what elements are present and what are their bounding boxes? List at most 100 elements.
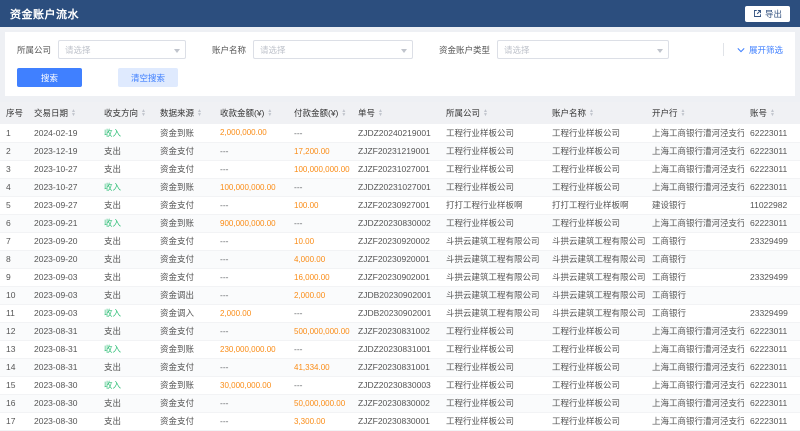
cell-payment-amount: 41,334.00 <box>288 358 352 376</box>
cell-index: 3 <box>0 160 28 178</box>
cell-account-number: 62223011 <box>744 124 800 142</box>
column-label: 账户名称 <box>552 108 586 118</box>
cell-bank: 工商银行 <box>646 250 744 268</box>
company-filter-label: 所属公司 <box>17 44 51 56</box>
cell-direction: 收入 <box>98 376 154 394</box>
column-label: 付款金额(¥) <box>294 108 338 118</box>
column-header[interactable]: 收款金额(¥)▲▼ <box>214 102 288 124</box>
column-header[interactable]: 所属公司▲▼ <box>440 102 546 124</box>
cell-company: 打打工程行业样板啊 <box>440 196 546 214</box>
table-row[interactable]: 72023-09-20支出资金支付---10.00ZJZF20230920002… <box>0 232 800 250</box>
expand-filter-link[interactable]: 展开筛选 <box>723 43 783 56</box>
table-row[interactable]: 12024-02-19收入资金到账2,000,000.00---ZJDZ2024… <box>0 124 800 142</box>
cell-account-name: 斗拱云建筑工程有限公司 <box>546 304 646 322</box>
cell-account-name: 工程行业样板公司 <box>546 412 646 430</box>
clear-search-button[interactable]: 清空搜索 <box>118 68 178 87</box>
cell-date: 2023-09-21 <box>28 214 98 232</box>
cell-index: 1 <box>0 124 28 142</box>
company-select[interactable]: 请选择 <box>58 40 186 59</box>
column-header[interactable]: 收支方向▲▼ <box>98 102 154 124</box>
page-header: 资金账户流水 导出 <box>0 0 800 27</box>
cell-index: 5 <box>0 196 28 214</box>
table-row[interactable]: 102023-09-03支出资金调出---2,000.00ZJDB2023090… <box>0 286 800 304</box>
cell-account-name: 工程行业样板公司 <box>546 340 646 358</box>
cell-source: 资金支付 <box>154 394 214 412</box>
cell-doc-number: ZJZF20230831002 <box>352 322 440 340</box>
column-label: 开户行 <box>652 108 678 118</box>
sort-icon[interactable]: ▲▼ <box>267 109 272 117</box>
cell-payment-amount: --- <box>288 340 352 358</box>
cell-index: 8 <box>0 250 28 268</box>
sort-icon[interactable]: ▲▼ <box>71 109 76 117</box>
cell-account-number: 62223011 <box>744 322 800 340</box>
cell-company: 工程行业样板公司 <box>440 322 546 340</box>
table-row[interactable]: 32023-10-27支出资金支付---100,000,000.00ZJZF20… <box>0 160 800 178</box>
column-header[interactable]: 单号▲▼ <box>352 102 440 124</box>
cell-bank: 上海工商银行漕河泾支行 <box>646 142 744 160</box>
column-header[interactable]: 交易日期▲▼ <box>28 102 98 124</box>
table-row[interactable]: 162023-08-30支出资金支付---50,000,000.00ZJZF20… <box>0 394 800 412</box>
cell-date: 2023-08-30 <box>28 376 98 394</box>
cell-account-number: 62223011 <box>744 340 800 358</box>
cell-date: 2023-08-31 <box>28 340 98 358</box>
column-header[interactable]: 开户行▲▼ <box>646 102 744 124</box>
table-row[interactable]: 42023-10-27收入资金到账100,000,000.00---ZJDZ20… <box>0 178 800 196</box>
sort-icon[interactable]: ▲▼ <box>378 109 383 117</box>
column-header[interactable]: 账户名称▲▼ <box>546 102 646 124</box>
cell-doc-number: ZJDZ20230830002 <box>352 214 440 232</box>
account-name-select[interactable]: 请选择 <box>253 40 413 59</box>
cell-doc-number: ZJZF20231027001 <box>352 160 440 178</box>
column-header[interactable]: 数据来源▲▼ <box>154 102 214 124</box>
cell-source: 资金到账 <box>154 376 214 394</box>
cell-payment-amount: 500,000,000.00 <box>288 322 352 340</box>
sort-icon[interactable]: ▲▼ <box>589 109 594 117</box>
table-row[interactable]: 142023-08-31支出资金支付---41,334.00ZJZF202308… <box>0 358 800 376</box>
search-button[interactable]: 搜索 <box>17 68 82 87</box>
cell-source: 资金支付 <box>154 196 214 214</box>
cell-source: 资金调入 <box>154 304 214 322</box>
page-title: 资金账户流水 <box>10 6 79 22</box>
table-row[interactable]: 22023-12-19支出资金支付---17,200.00ZJZF2023121… <box>0 142 800 160</box>
cell-account-number: 62223011 <box>744 376 800 394</box>
cell-direction: 支出 <box>98 322 154 340</box>
sort-icon[interactable]: ▲▼ <box>681 109 686 117</box>
column-label: 交易日期 <box>34 108 68 118</box>
cell-direction: 支出 <box>98 196 154 214</box>
cell-account-number: 62223011 <box>744 142 800 160</box>
column-header[interactable]: 付款金额(¥)▲▼ <box>288 102 352 124</box>
table-row[interactable]: 52023-09-27支出资金支付---100.00ZJZF2023092700… <box>0 196 800 214</box>
column-header[interactable]: 账号▲▼ <box>744 102 800 124</box>
sort-icon[interactable]: ▲▼ <box>341 109 346 117</box>
cell-bank: 上海工商银行漕河泾支行 <box>646 358 744 376</box>
account-type-select[interactable]: 请选择 <box>497 40 669 59</box>
company-select-placeholder: 请选择 <box>65 44 91 56</box>
table-row[interactable]: 152023-08-30收入资金到账30,000,000.00---ZJDZ20… <box>0 376 800 394</box>
sort-icon[interactable]: ▲▼ <box>141 109 146 117</box>
cell-account-name: 斗拱云建筑工程有限公司 <box>546 268 646 286</box>
cell-account-name: 斗拱云建筑工程有限公司 <box>546 232 646 250</box>
table-row[interactable]: 122023-08-31支出资金支付---500,000,000.00ZJZF2… <box>0 322 800 340</box>
cell-company: 斗拱云建筑工程有限公司 <box>440 250 546 268</box>
cell-doc-number: ZJDZ20231027001 <box>352 178 440 196</box>
table-row[interactable]: 62023-09-21收入资金到账900,000,000.00---ZJDZ20… <box>0 214 800 232</box>
sort-icon[interactable]: ▲▼ <box>197 109 202 117</box>
table-header-row: 序号交易日期▲▼收支方向▲▼数据来源▲▼收款金额(¥)▲▼付款金额(¥)▲▼单号… <box>0 102 800 124</box>
cell-bank: 工商银行 <box>646 286 744 304</box>
filter-actions: 搜索 清空搜索 <box>17 68 783 87</box>
table-row[interactable]: 112023-09-03收入资金调入2,000.00---ZJDB2023090… <box>0 304 800 322</box>
sort-icon[interactable]: ▲▼ <box>770 109 775 117</box>
cell-index: 7 <box>0 232 28 250</box>
cell-payment-amount: --- <box>288 376 352 394</box>
table-row[interactable]: 92023-09-03支出资金支付---16,000.00ZJZF2023090… <box>0 268 800 286</box>
cell-index: 6 <box>0 214 28 232</box>
table-row[interactable]: 172023-08-30支出资金支付---3,300.00ZJZF2023083… <box>0 412 800 430</box>
table-row[interactable]: 82023-09-20支出资金支付---4,000.00ZJZF20230920… <box>0 250 800 268</box>
cell-index: 16 <box>0 394 28 412</box>
table-row[interactable]: 132023-08-31收入资金到账230,000,000.00---ZJDZ2… <box>0 340 800 358</box>
account-name-filter-label: 账户名称 <box>212 44 246 56</box>
export-button[interactable]: 导出 <box>745 6 790 22</box>
cell-bank: 上海工商银行漕河泾支行 <box>646 160 744 178</box>
sort-icon[interactable]: ▲▼ <box>483 109 488 117</box>
cell-direction: 支出 <box>98 142 154 160</box>
cell-direction: 支出 <box>98 358 154 376</box>
